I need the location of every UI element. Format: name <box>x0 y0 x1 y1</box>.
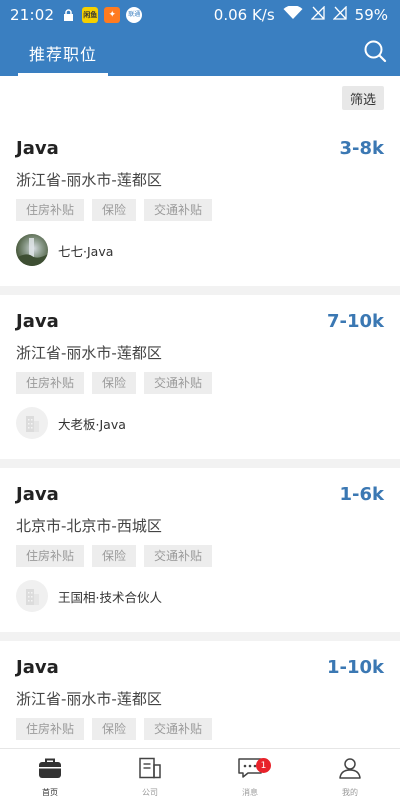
job-tags: 住房补贴 保险 交通补贴 <box>16 545 213 567</box>
benefit-tag: 保险 <box>92 718 137 740</box>
job-tags: 住房补贴 保险 交通补贴 <box>16 718 213 740</box>
job-card[interactable]: Java 7-10k 浙江省-丽水市-莲都区 住房补贴 保险 交通补贴 大老板·… <box>0 295 400 459</box>
nav-company[interactable]: 公司 <box>100 749 200 800</box>
job-title: Java <box>16 311 59 332</box>
nav-label: 公司 <box>142 788 158 797</box>
tab-recommended-jobs[interactable]: 推荐职位 <box>18 30 108 76</box>
nav-profile[interactable]: 我的 <box>300 749 400 800</box>
nav-label: 消息 <box>242 788 258 797</box>
status-time: 21:02 <box>10 6 55 24</box>
bottom-nav: 首页 公司 1 消息 我的 <box>0 748 400 800</box>
job-location: 浙江省-丽水市-莲都区 <box>16 344 162 362</box>
benefit-tag: 保险 <box>92 545 137 567</box>
battery-percent: 59% <box>354 6 388 24</box>
nav-label: 首页 <box>42 788 58 797</box>
recruiter-info: 大老板·Java <box>16 407 126 439</box>
no-signal-icon-2 <box>332 5 347 24</box>
benefit-tag: 住房补贴 <box>16 199 85 221</box>
app-header: 推荐职位 <box>0 30 400 76</box>
status-bar: 21:02 闲鱼 ✦ 联通 0.06 K/s 59% <box>0 0 400 30</box>
app-icon-orange: ✦ <box>104 7 121 23</box>
recruiter-info: 七七·Java <box>16 234 113 266</box>
job-salary: 1-10k <box>326 657 384 678</box>
job-location: 北京市-北京市-西城区 <box>16 517 162 535</box>
company-icon <box>138 757 162 783</box>
wifi-icon <box>283 5 303 24</box>
benefit-tag: 交通补贴 <box>144 199 213 221</box>
recruiter-name: 七七·Java <box>58 243 114 259</box>
building-avatar-icon <box>16 407 48 439</box>
benefit-tag: 交通补贴 <box>144 372 213 394</box>
nav-label: 我的 <box>342 788 358 797</box>
job-title: Java <box>16 657 59 678</box>
search-button[interactable] <box>360 38 390 68</box>
no-signal-icon <box>310 5 325 24</box>
job-salary: 3-8k <box>339 138 385 159</box>
benefit-tag: 交通补贴 <box>144 718 213 740</box>
app-icon-yellow: 闲鱼 <box>82 7 99 23</box>
benefit-tag: 保险 <box>92 372 137 394</box>
lock-icon <box>60 7 76 23</box>
app-screen: 21:02 闲鱼 ✦ 联通 0.06 K/s 59% 推荐职位 筛选 Java … <box>0 0 400 800</box>
benefit-tag: 住房补贴 <box>16 372 85 394</box>
job-salary: 1-6k <box>339 484 385 505</box>
filter-row: 筛选 <box>0 76 400 122</box>
app-icon-white: 联通 <box>126 7 143 23</box>
job-card[interactable]: Java 3-8k 浙江省-丽水市-莲都区 住房补贴 保险 交通补贴 七七·Ja… <box>0 122 400 286</box>
benefit-tag: 交通补贴 <box>144 545 213 567</box>
recruiter-info: 王国相·技术合伙人 <box>16 580 162 612</box>
job-location: 浙江省-丽水市-莲都区 <box>16 690 162 708</box>
recruiter-name: 大老板·Java <box>58 416 126 432</box>
job-tags: 住房补贴 保险 交通补贴 <box>16 372 213 394</box>
benefit-tag: 住房补贴 <box>16 718 85 740</box>
nav-home[interactable]: 首页 <box>0 749 100 800</box>
job-card[interactable]: Java 1-6k 北京市-北京市-西城区 住房补贴 保险 交通补贴 王国相·技… <box>0 468 400 632</box>
search-icon <box>363 39 387 67</box>
recruiter-name: 王国相·技术合伙人 <box>58 589 162 605</box>
benefit-tag: 住房补贴 <box>16 545 85 567</box>
job-tags: 住房补贴 保险 交通补贴 <box>16 199 213 221</box>
job-title: Java <box>16 138 59 159</box>
briefcase-icon <box>38 757 62 783</box>
unread-badge: 1 <box>256 758 271 773</box>
building-avatar-icon <box>16 580 48 612</box>
user-icon <box>338 757 362 783</box>
job-salary: 7-10k <box>326 311 384 332</box>
avatar <box>16 234 48 266</box>
benefit-tag: 保险 <box>92 199 137 221</box>
job-title: Java <box>16 484 59 505</box>
filter-button[interactable]: 筛选 <box>342 86 384 110</box>
network-speed: 0.06 K/s <box>213 6 275 24</box>
job-location: 浙江省-丽水市-莲都区 <box>16 171 162 189</box>
nav-messages[interactable]: 1 消息 <box>200 749 300 800</box>
